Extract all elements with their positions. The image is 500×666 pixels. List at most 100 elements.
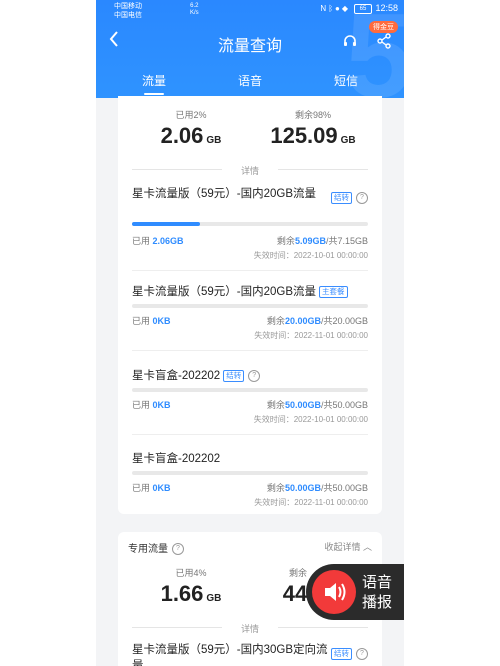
help-icon[interactable]: ? <box>248 369 261 382</box>
remaining-amount-value: 20.00GB <box>284 316 321 326</box>
remain-unit: GB <box>340 135 356 146</box>
remain-value: 125.09 <box>270 123 338 148</box>
remaining-text: 剩余50.00GB/共50.00GB <box>266 483 368 493</box>
package-name-line: 星卡流量版（59元）-国内20GB流量 <box>132 186 332 202</box>
used-amount: 2.06 GB <box>146 123 236 149</box>
used-text: 已用 0KB <box>132 316 171 326</box>
item-separator <box>132 434 368 435</box>
speed-unit: K/s <box>190 10 199 16</box>
special-used-summary: 已用4% 1.66 GB <box>146 566 236 607</box>
package-item: 星卡盲盒-202202 结转? 已用 0KB 剩余50.00GB/共50.00GB… <box>132 368 368 428</box>
divider-line-right <box>278 169 368 170</box>
divider-line-left <box>132 627 222 628</box>
divider-line-right <box>278 627 368 628</box>
package-name: 星卡盲盒-202202 <box>132 453 221 465</box>
tab-voice[interactable]: 语音 <box>238 72 262 89</box>
used-amount-value: 0KB <box>152 400 171 410</box>
tab-data[interactable]: 流量 <box>142 72 166 95</box>
item-separator <box>132 270 368 271</box>
expiry-time: 失效时间：2022-11-01 00:00:00 <box>254 331 368 340</box>
share-icon[interactable] <box>376 33 392 49</box>
package-name: 星卡流量版（59元）-国内20GB流量 <box>132 286 317 298</box>
nav-bar: 流量查询 <box>96 28 404 56</box>
wifi-icon: ◆ <box>341 4 350 13</box>
package-name-line: 星卡流量版（59元）-国内20GB流量 主套餐 <box>132 284 368 300</box>
speed-value: 6.2 <box>190 3 199 9</box>
package-name-line: 星卡盲盒-202202 结转? <box>132 368 368 384</box>
details-label: 详情 <box>240 166 259 176</box>
voice-label-line1: 语音 <box>362 574 393 591</box>
usage-progress-bar <box>132 471 368 475</box>
usage-progress-bar <box>132 304 368 308</box>
remaining-amount-value: 50.00GB <box>284 400 321 410</box>
expiry-time: 失效时间：2022-10-01 00:00:00 <box>253 251 368 260</box>
expiry-time: 失效时间：2022-10-01 00:00:00 <box>253 415 368 424</box>
package-name: 星卡流量版（59元）-国内20GB流量 <box>132 188 317 200</box>
package-item: 星卡盲盒-202202 已用 0KB 剩余50.00GB/共50.00GB 失效… <box>132 451 368 511</box>
bluetooth-icon: ᛒ <box>328 4 335 13</box>
clock: 12:58 <box>375 3 398 13</box>
collapse-details-button[interactable]: 收起详情 ︿ <box>324 540 372 553</box>
usage-progress-fill <box>132 222 201 226</box>
used-amount-value: 0KB <box>152 483 171 493</box>
help-icon[interactable]: ? <box>356 191 368 204</box>
carryover-tag: 结转 <box>223 369 245 382</box>
package-item: 星卡流量版（59元）-国内20GB流量 主套餐 已用 0KB 剩余20.00GB/… <box>132 284 368 344</box>
help-icon[interactable]: ? <box>172 543 184 556</box>
package-item: 星卡流量版（59元）-国内20GB流量 结转? 已用 2.06GB 剩余5.09… <box>132 186 368 266</box>
status-icons: Nᛒ●◆ <box>320 4 350 13</box>
remaining-percent-label: 剩余98% <box>294 110 331 120</box>
usage-progress-bar <box>132 388 368 392</box>
special-title-text: 专用流量 <box>128 544 168 555</box>
tab-sms[interactable]: 短信 <box>334 72 358 89</box>
left-margin <box>0 0 96 666</box>
carrier-1: 中国移动 <box>114 3 142 10</box>
right-margin <box>404 0 500 666</box>
special-data-title: 专用流量? <box>128 540 184 556</box>
package-name-line: 星卡流量版（59元）-国内30GB定向流量 <box>132 642 328 666</box>
special-used-amount: 1.66 GB <box>146 581 236 607</box>
used-amount-value: 0KB <box>152 316 171 326</box>
usage-progress-bar <box>132 222 368 226</box>
used-text: 已用 0KB <box>132 400 171 410</box>
total-amount: /共50.00GB <box>320 400 368 410</box>
item-separator <box>132 350 368 351</box>
expiry-time: 失效时间：2022-11-01 00:00:00 <box>254 498 368 507</box>
status-bar: 中国移动 中国电信 6.2 K/s Nᛒ●◆ 65 12:58 <box>96 0 404 20</box>
package-tags: 结转? <box>328 645 368 663</box>
details-divider: 详情 <box>118 164 382 177</box>
package-item: 星卡流量版（59元）-国内30GB定向流量 结转? <box>132 642 368 666</box>
chevron-up-icon: ︿ <box>362 542 372 552</box>
remaining-summary: 剩余98% 125.09 GB <box>258 108 368 149</box>
special-used-label: 已用4% <box>175 568 207 578</box>
carrier-2: 中国电信 <box>114 12 142 19</box>
carrier-names: 中国移动 中国电信 <box>114 2 142 20</box>
used-percent-label: 已用2% <box>175 110 207 120</box>
voice-broadcast-button[interactable]: 语音 播报 <box>306 564 404 620</box>
voice-label-line2: 播报 <box>362 594 393 611</box>
collapse-label: 收起详情 <box>324 542 361 552</box>
total-amount: /共7.15GB <box>325 236 368 246</box>
used-text: 已用 0KB <box>132 483 171 493</box>
app-header: 5 中国移动 中国电信 6.2 K/s Nᛒ●◆ 65 12:58 得金豆 流量… <box>96 0 404 98</box>
network-speed: 6.2 K/s <box>190 3 199 17</box>
carryover-tag: 结转 <box>331 647 352 660</box>
special-used-value: 1.66 <box>160 581 204 606</box>
package-name: 星卡盲盒-202202 <box>132 370 221 382</box>
remaining-amount-value: 5.09GB <box>294 236 326 246</box>
divider-line-left <box>132 169 222 170</box>
main-plan-tag: 主套餐 <box>319 285 348 298</box>
details-label: 详情 <box>240 624 259 634</box>
used-amount-value: 2.06GB <box>152 236 184 246</box>
help-icon[interactable]: ? <box>356 647 368 660</box>
package-name-line: 星卡盲盒-202202 <box>132 451 368 467</box>
battery-icon: 65 <box>354 4 372 14</box>
remaining-text: 剩余50.00GB/共50.00GB <box>266 400 368 410</box>
headset-icon[interactable] <box>342 33 358 49</box>
package-name: 星卡流量版（59元）-国内30GB定向流量 <box>132 644 328 666</box>
package-tags: 结转? <box>328 189 368 207</box>
tab-bar: 流量 语音 短信 <box>96 68 404 98</box>
used-value: 2.06 <box>160 123 204 148</box>
data-usage-card: 已用2% 2.06 GB 剩余98% 125.09 GB 详情 星卡流量版（59元）… <box>118 96 382 514</box>
total-amount: /共20.00GB <box>320 316 368 326</box>
